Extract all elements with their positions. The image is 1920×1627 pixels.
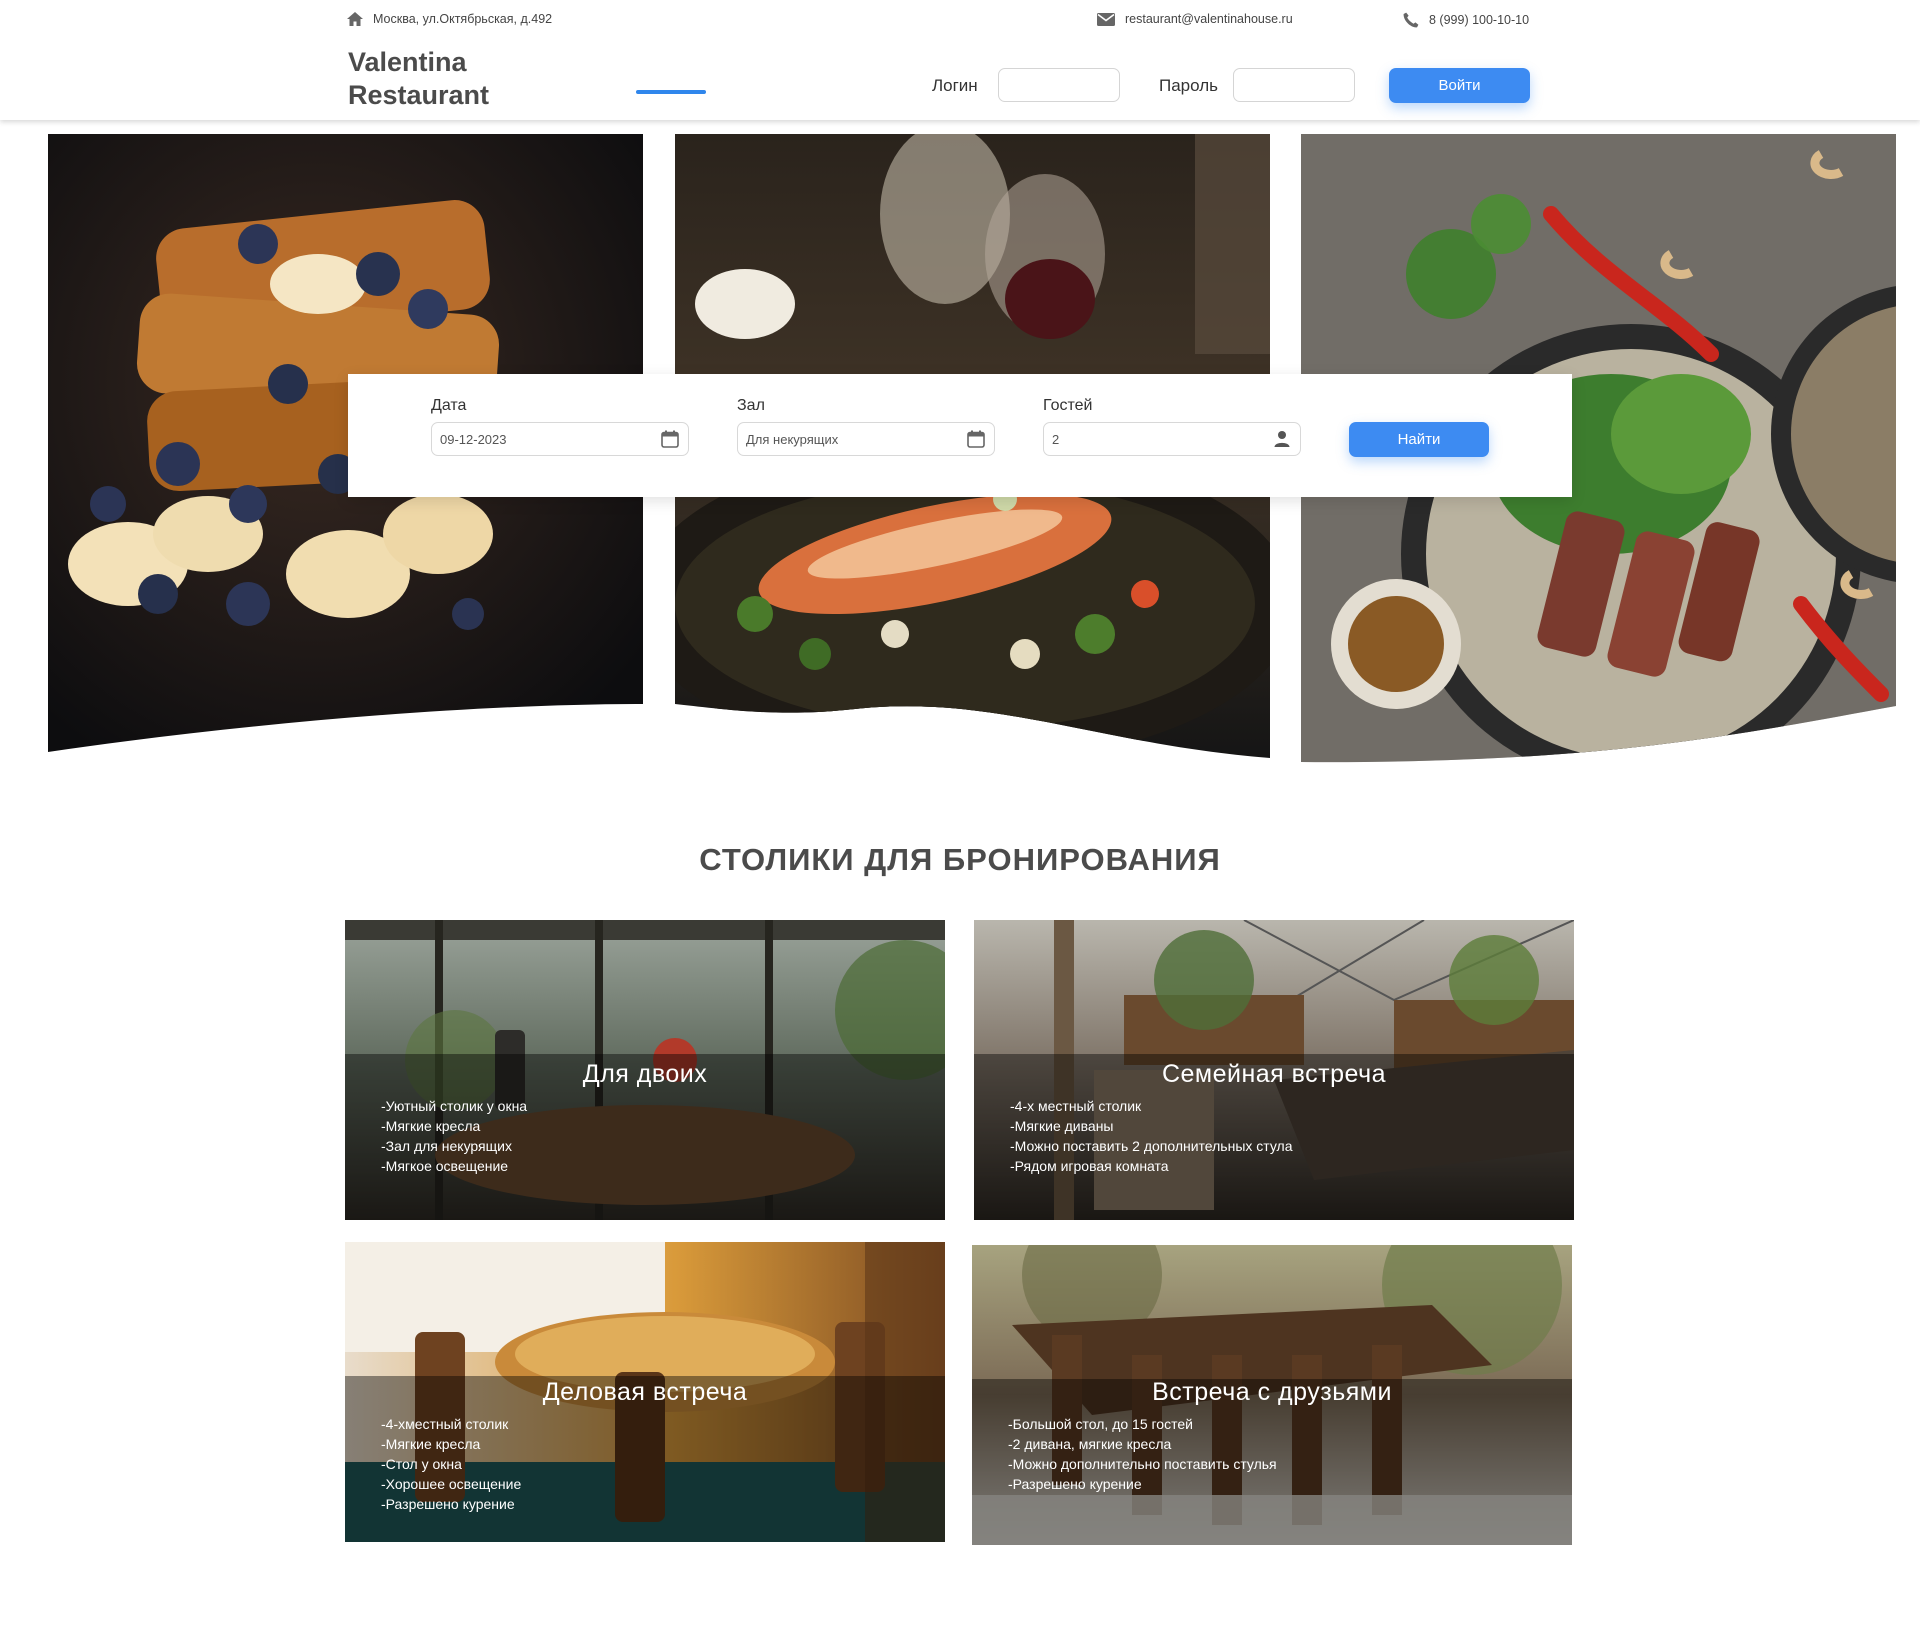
date-field[interactable]: 09-12-2023 <box>431 422 689 456</box>
guests-field[interactable]: 2 <box>1043 422 1301 456</box>
table-title: Встреча с друзьями <box>1152 1378 1392 1406</box>
login-label: Логин <box>932 76 978 95</box>
feature-item: -4-х местный столик <box>1010 1098 1142 1114</box>
phone-link[interactable]: 8 (999) 100-10-10 <box>1429 13 1529 27</box>
password-label: Пароль <box>1159 76 1218 95</box>
nav-active-indicator[interactable] <box>636 90 706 94</box>
feature-item: -Рядом игровая комната <box>1010 1158 1169 1174</box>
feature-item: -Мягкие кресла <box>381 1436 481 1452</box>
feature-item: -Большой стол, до 15 гостей <box>1008 1416 1193 1432</box>
home-icon <box>347 12 363 26</box>
section-title: СТОЛИКИ ДЛЯ БРОНИРОВАНИЯ <box>699 842 1221 877</box>
address-block: Москва, ул.Октябрьская, д.492 <box>347 12 552 26</box>
reservation-search-form: Дата 09-12-2023 Зал Для некурящих Гостей… <box>348 374 1572 497</box>
mail-icon <box>1097 12 1115 26</box>
email-link[interactable]: restaurant@valentinahouse.ru <box>1125 12 1293 26</box>
brand-logo[interactable]: Valentina Restaurant <box>348 46 489 112</box>
find-button[interactable]: Найти <box>1349 422 1489 457</box>
date-label: Дата <box>431 397 467 414</box>
feature-item: -2 дивана, мягкие кресла <box>1008 1436 1172 1452</box>
calendar-icon[interactable] <box>661 430 679 453</box>
table-features: -Большой стол, до 15 гостей -2 дивана, м… <box>1008 1414 1277 1494</box>
table-features: -4-х местный столик -Мягкие диваны -Можн… <box>1010 1096 1293 1176</box>
feature-item: -Можно поставить 2 дополнительных стула <box>1010 1138 1293 1154</box>
user-icon <box>1273 430 1291 453</box>
feature-item: -Можно дополнительно поставить стулья <box>1008 1456 1277 1472</box>
table-title: Для двоих <box>582 1060 708 1088</box>
login-input[interactable] <box>998 68 1120 102</box>
feature-item: -Мягкие кресла <box>381 1118 481 1134</box>
feature-item: -Зал для некурящих <box>381 1138 512 1154</box>
calendar-icon[interactable] <box>967 430 985 453</box>
table-title: Семейная встреча <box>1161 1060 1387 1088</box>
feature-item: -Мягкие диваны <box>1010 1118 1114 1134</box>
hall-label: Зал <box>737 397 765 414</box>
table-features: -4-хместный столик -Мягкие кресла -Стол … <box>381 1414 521 1514</box>
table-card-family[interactable]: Семейная встреча -4-х местный столик -Мя… <box>974 920 1574 1220</box>
site-header: Москва, ул.Октябрьская, д.492 restaurant… <box>0 0 1920 120</box>
phone-block[interactable]: 8 (999) 100-10-10 <box>1403 12 1529 28</box>
date-value: 09-12-2023 <box>440 432 507 447</box>
table-features: -Уютный столик у окна -Мягкие кресла -За… <box>381 1096 527 1176</box>
phone-icon <box>1403 12 1419 28</box>
table-card-for-two[interactable]: Для двоих -Уютный столик у окна -Мягкие … <box>345 920 945 1220</box>
address-text: Москва, ул.Октябрьская, д.492 <box>373 12 553 26</box>
brand-line-2: Restaurant <box>348 80 490 110</box>
guests-value: 2 <box>1052 432 1060 447</box>
guests-label: Гостей <box>1043 397 1093 414</box>
brand-line-1: Valentina <box>348 47 467 77</box>
hall-field[interactable]: Для некурящих <box>737 422 995 456</box>
feature-item: -Уютный столик у окна <box>381 1098 528 1114</box>
login-button[interactable]: Войти <box>1389 68 1530 103</box>
feature-item: -Разрешено курение <box>1008 1476 1142 1492</box>
feature-item: -Разрешено курение <box>381 1496 515 1512</box>
table-card-friends[interactable]: Встреча с друзьями -Большой стол, до 15 … <box>972 1245 1572 1545</box>
feature-item: -Стол у окна <box>381 1456 462 1472</box>
password-input[interactable] <box>1233 68 1355 102</box>
email-block[interactable]: restaurant@valentinahouse.ru <box>1097 12 1293 26</box>
table-card-business[interactable]: Деловая встреча -4-хместный столик -Мягк… <box>345 1242 945 1542</box>
feature-item: -Мягкое освещение <box>381 1158 509 1174</box>
feature-item: -Хорошее освещение <box>381 1476 522 1492</box>
feature-item: -4-хместный столик <box>381 1416 509 1432</box>
table-title: Деловая встреча <box>542 1378 748 1406</box>
hall-value: Для некурящих <box>746 432 839 447</box>
